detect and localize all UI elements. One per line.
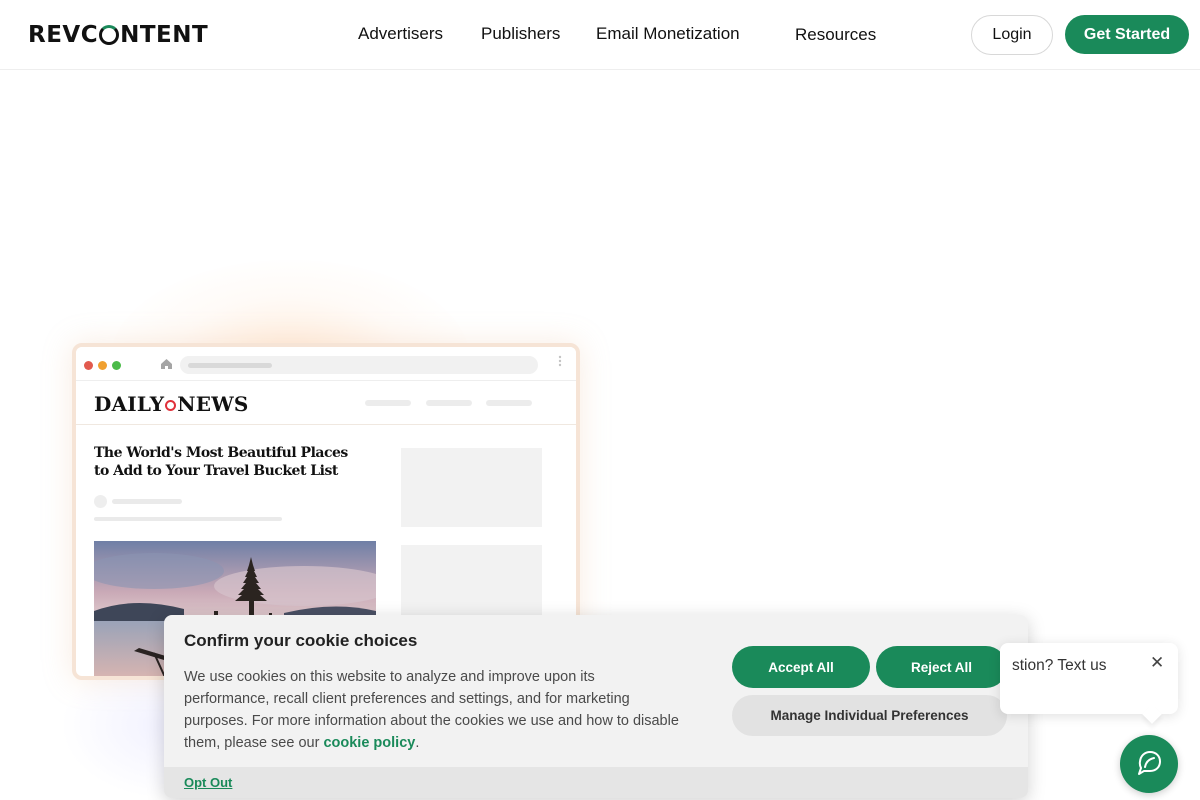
mockup-author-avatar — [94, 495, 107, 508]
logo-text-start: REVC — [28, 22, 99, 48]
mockup-minimize-dot — [98, 361, 107, 370]
mockup-byline-placeholder — [112, 499, 182, 504]
nav-email-monetization[interactable]: Email Monetization — [596, 24, 740, 44]
get-started-button[interactable]: Get Started — [1065, 15, 1189, 54]
nav-resources[interactable]: Resources — [795, 25, 876, 45]
cookie-policy-link[interactable]: cookie policy — [323, 735, 415, 751]
home-icon — [160, 358, 173, 373]
mockup-browser-bar — [76, 347, 576, 381]
mockup-nav-placeholder — [365, 400, 411, 406]
close-icon[interactable]: ✕ — [1150, 654, 1164, 671]
chat-teaser-text: stion? Text us — [1012, 657, 1107, 674]
cookie-consent-dialog: Confirm your cookie choices We use cooki… — [164, 615, 1028, 798]
mockup-brand-left: DAILY — [94, 392, 165, 416]
manage-preferences-button[interactable]: Manage Individual Preferences — [732, 695, 1007, 736]
login-button[interactable]: Login — [971, 15, 1053, 55]
mockup-maximize-dot — [112, 361, 121, 370]
opt-out-link[interactable]: Opt Out — [184, 775, 232, 790]
mockup-brand-seal — [165, 400, 177, 411]
mockup-nav-placeholder — [426, 400, 472, 406]
cookie-dialog-title: Confirm your cookie choices — [184, 631, 418, 650]
chat-teaser-bubble[interactable]: stion? Text us ✕ — [1000, 643, 1178, 714]
mockup-sidebar-ad-placeholder — [401, 545, 542, 624]
cookie-body-text: We use cookies on this website to analyz… — [184, 669, 679, 751]
cookie-dialog-footer: Opt Out — [164, 767, 1028, 798]
cookie-dialog-body: We use cookies on this website to analyz… — [184, 666, 680, 754]
site-header: REVC NTENT Advertisers Publishers Email … — [0, 0, 1200, 70]
mockup-sidebar-ad-placeholder — [401, 448, 542, 527]
chat-icon — [1135, 748, 1163, 781]
page: REVC NTENT Advertisers Publishers Email … — [0, 0, 1200, 800]
mockup-url-placeholder — [188, 363, 272, 368]
mockup-brand-right: NEWS — [177, 392, 249, 416]
chat-launcher-button[interactable] — [1120, 735, 1178, 793]
cookie-body-end: . — [415, 735, 420, 751]
mockup-meta-placeholder — [94, 517, 282, 521]
logo-text-end: NTENT — [120, 22, 209, 48]
accept-all-button[interactable]: Accept All — [732, 646, 870, 688]
kebab-menu-icon — [558, 355, 562, 370]
nav-advertisers[interactable]: Advertisers — [358, 24, 443, 44]
mockup-article-headline: The World's Most Beautiful Places to Add… — [94, 445, 348, 479]
mockup-nav-placeholder — [486, 400, 532, 406]
reject-all-button[interactable]: Reject All — [876, 646, 1007, 688]
mockup-divider — [76, 424, 576, 425]
mockup-url-bar — [180, 356, 538, 374]
logo-o-mark — [99, 25, 120, 45]
mockup-brand-logo: DAILY NEWS — [94, 392, 249, 416]
mockup-close-dot — [84, 361, 93, 370]
nav-publishers[interactable]: Publishers — [481, 24, 560, 44]
revcontent-logo[interactable]: REVC NTENT — [28, 22, 208, 48]
